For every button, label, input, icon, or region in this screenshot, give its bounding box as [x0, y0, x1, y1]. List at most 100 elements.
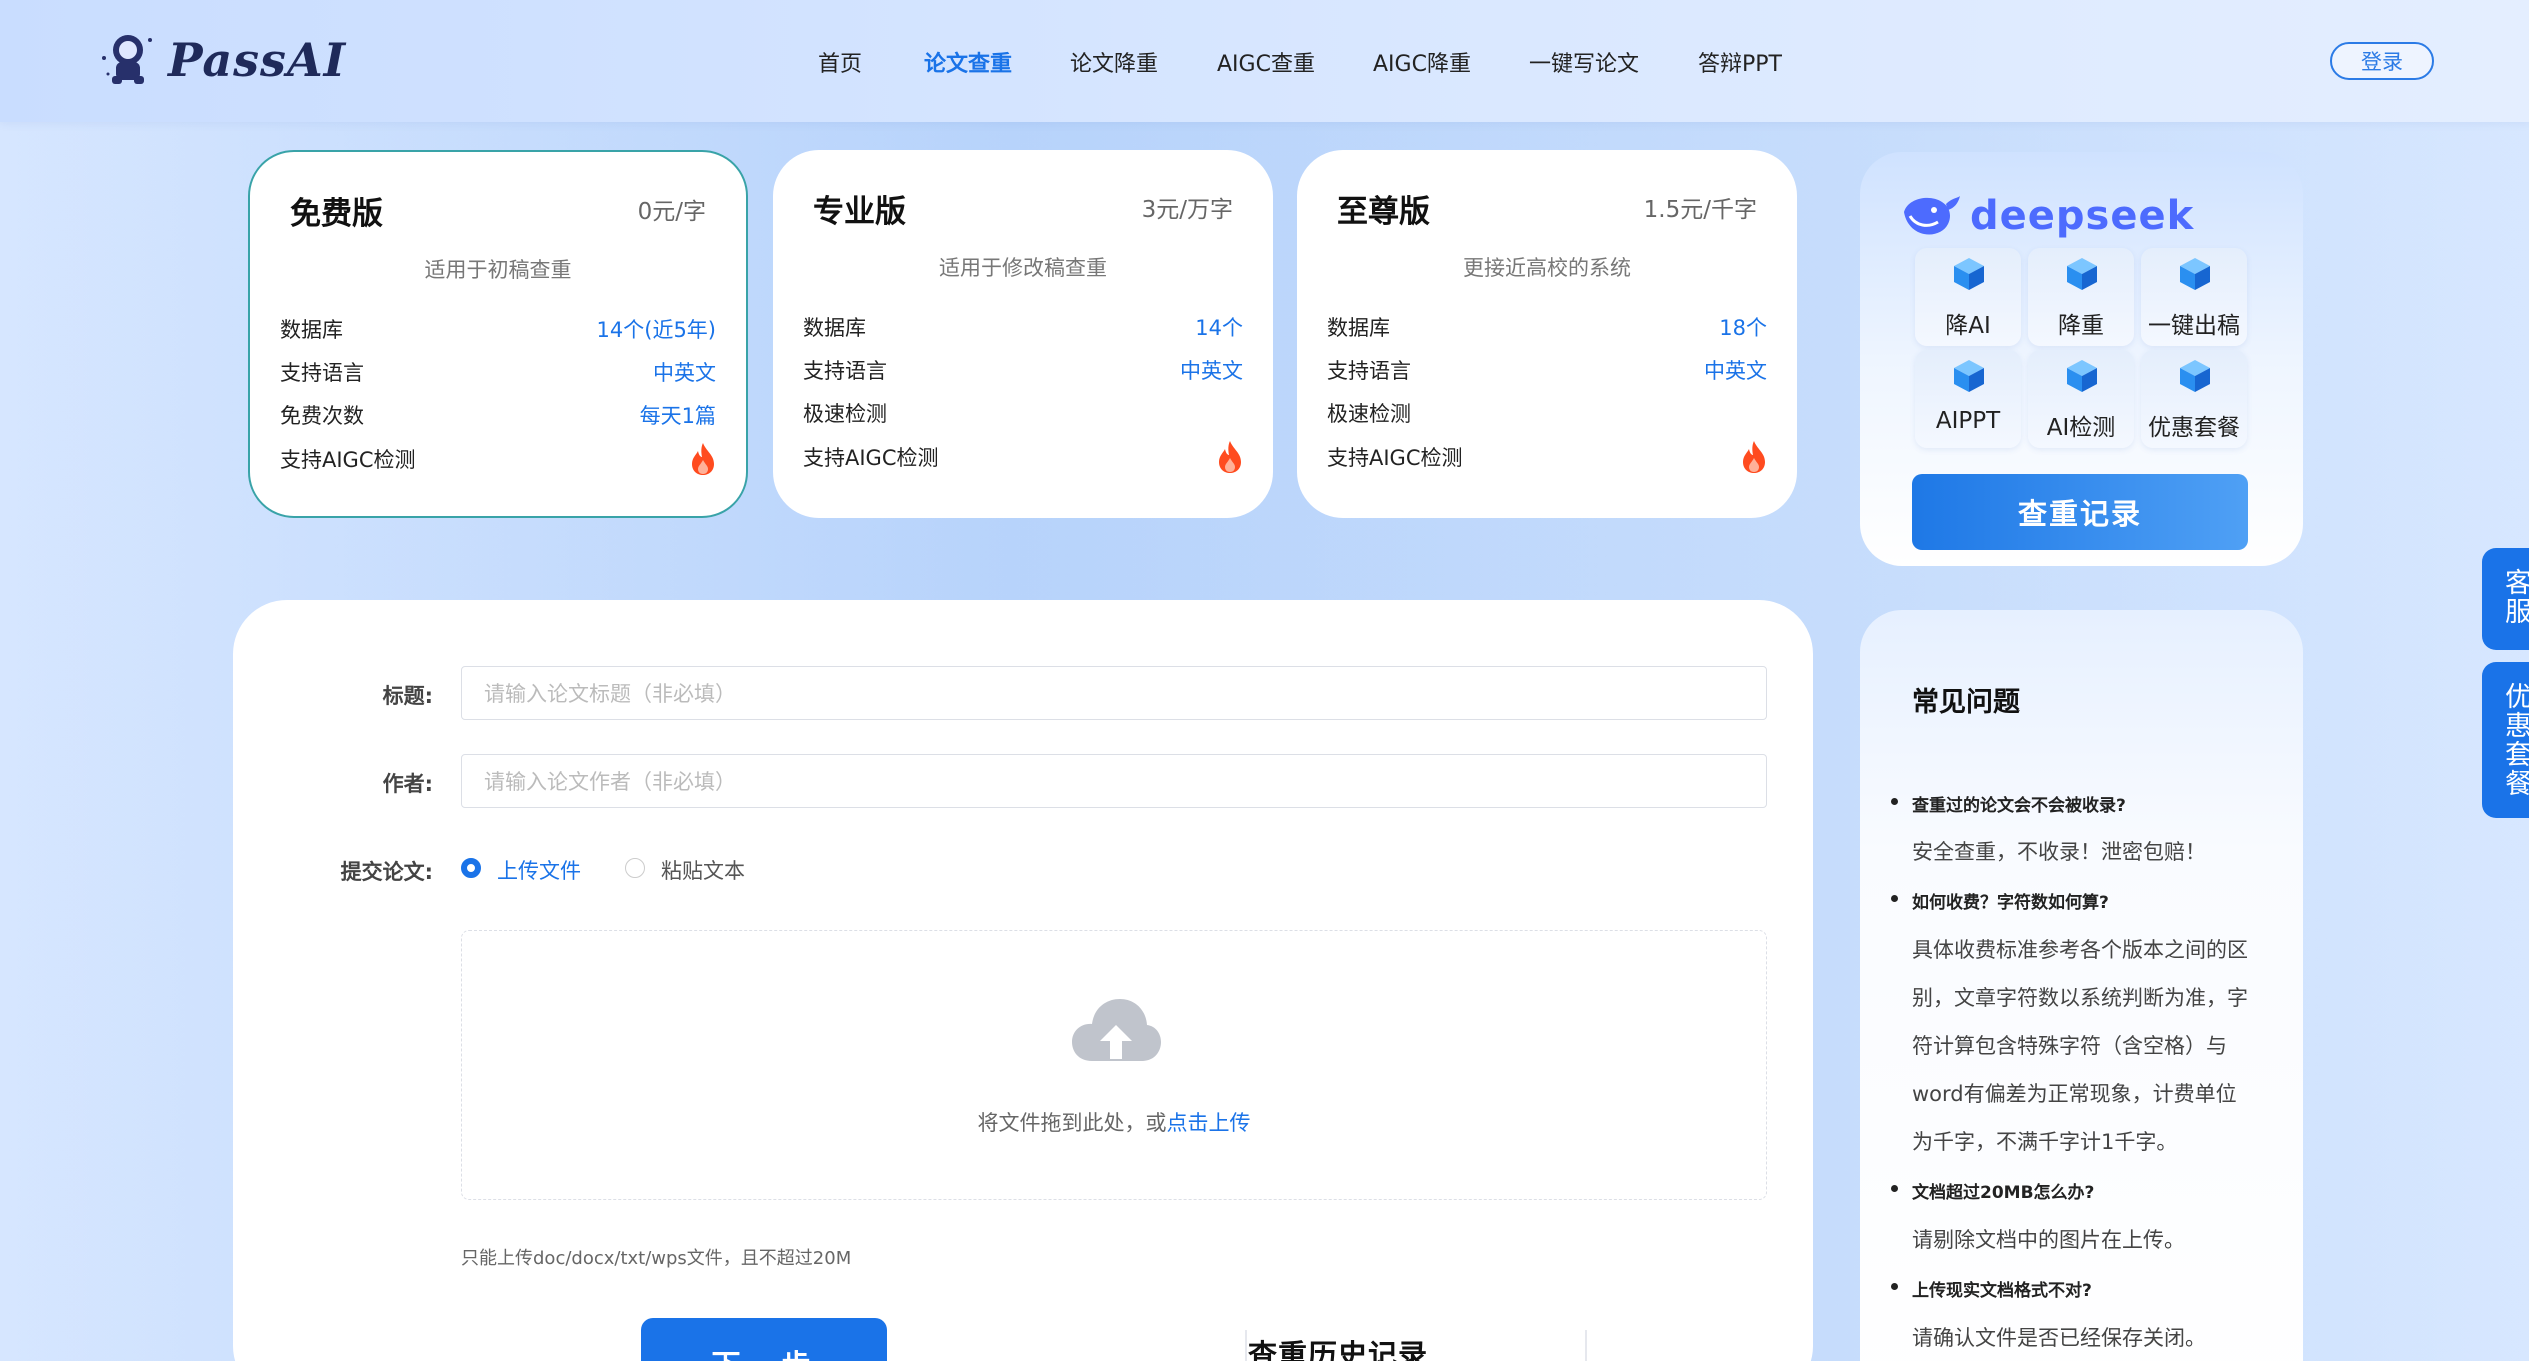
drop-instruction: 将文件拖到此处，或	[977, 1111, 1167, 1135]
plan-price: 3元/万字	[1141, 197, 1233, 223]
click-upload-link[interactable]: 点击上传	[1167, 1111, 1251, 1135]
plan-card-free[interactable]: 免费版 0元/字 适用于初稿查重 数据库 14个(近5年) 支持语言 中英文 免费次…	[248, 150, 748, 518]
nav-home[interactable]: 首页	[818, 46, 862, 78]
faq-answer: word有偏差为正常现象，计费单位	[1912, 1082, 2237, 1106]
plan-row: 数据库 14个(近5年)	[280, 314, 716, 344]
login-button[interactable]: 登录	[2330, 42, 2434, 80]
plan-row: 支持AIGC检测	[803, 440, 1243, 474]
nav-paper-check[interactable]: 论文查重	[924, 46, 1012, 78]
logo[interactable]: PassAI	[98, 28, 346, 92]
row-key: 极速检测	[803, 402, 887, 426]
tool-one-click-draft[interactable]: 一键出稿	[2141, 248, 2247, 346]
row-value: 中英文	[653, 361, 716, 385]
row-key: 支持AIGC检测	[1327, 446, 1463, 470]
flame-icon	[692, 443, 714, 475]
plan-row: 数据库 14个	[803, 312, 1243, 342]
faq-question: 查重过的论文会不会被收录?	[1891, 791, 2126, 816]
cube-icon	[1954, 360, 1984, 392]
plan-row: 支持AIGC检测	[280, 442, 716, 476]
tool-ai-detect[interactable]: AI检测	[2028, 350, 2134, 448]
cube-icon	[2067, 258, 2097, 290]
cube-icon	[2180, 360, 2210, 392]
plan-row: 支持AIGC检测	[1327, 440, 1767, 474]
plan-desc: 更接近高校的系统	[1463, 256, 1631, 280]
nav-aigc-rewrite[interactable]: AIGC降重	[1373, 46, 1471, 78]
logo-text: PassAI	[168, 33, 347, 87]
row-value: 中英文	[1180, 359, 1243, 383]
file-type-hint: 只能上传doc/docx/txt/wps文件，且不超过20M	[461, 1248, 852, 1269]
plan-name: 免费版	[290, 196, 383, 232]
top-header: PassAI 首页 论文查重 论文降重 AIGC查重 AIGC降重 一键写论文 …	[0, 0, 2529, 122]
file-drop-zone[interactable]: 将文件拖到此处，或点击上传	[461, 930, 1767, 1200]
deepseek-logo-text: deepseek	[1970, 193, 2195, 239]
row-key: 极速检测	[1327, 402, 1411, 426]
tool-reduce-dup[interactable]: 降重	[2028, 248, 2134, 346]
upload-radio[interactable]	[461, 858, 481, 878]
side-tab-customer-service[interactable]: 客服	[2482, 548, 2529, 650]
deepseek-logo: deepseek	[1900, 192, 2194, 240]
author-label: 作者:	[382, 772, 433, 796]
tool-discount-package[interactable]: 优惠套餐	[2141, 350, 2247, 448]
faq-answer: 请剔除文档中的图片在上传。	[1912, 1228, 2185, 1252]
nav-aigc-check[interactable]: AIGC查重	[1217, 46, 1315, 78]
side-tab-discount[interactable]: 优惠套餐	[2482, 662, 2529, 818]
tool-label: 一键出稿	[2148, 313, 2240, 339]
astronaut-logo-icon	[102, 35, 152, 84]
cube-icon	[1954, 258, 1984, 290]
plan-price: 1.5元/千字	[1643, 197, 1757, 223]
row-key: 支持语言	[280, 361, 364, 385]
tool-label: AI检测	[2046, 415, 2116, 441]
faq-answer: 安全查重，不收录！泄密包赔！	[1912, 840, 2206, 864]
title-label: 标题:	[382, 684, 433, 708]
plan-card-ultimate[interactable]: 至尊版 1.5元/千字 更接近高校的系统 数据库 18个 支持语言 中英文 极速检测…	[1297, 150, 1797, 518]
plan-row: 极速检测	[803, 398, 1243, 428]
row-value: 每天1篇	[639, 404, 716, 428]
plan-row: 极速检测	[1327, 398, 1767, 428]
faq-heading: 常见问题	[1912, 687, 2020, 718]
submit-type-label: 提交论文:	[340, 860, 433, 884]
flame-icon	[1219, 441, 1241, 473]
row-key: 支持AIGC检测	[280, 448, 416, 472]
tool-label: 降重	[2058, 313, 2104, 339]
nav-defense-ppt[interactable]: 答辩PPT	[1698, 46, 1782, 78]
whale-icon	[1904, 196, 1960, 235]
plan-name: 至尊版	[1337, 194, 1430, 230]
tool-aippt[interactable]: AIPPT	[1915, 350, 2021, 448]
faq-answer: 别，文章字符数以系统判断为准，字	[1912, 986, 2248, 1010]
divider	[1585, 1330, 1587, 1361]
submit-form-panel: 标题: 请输入论文标题（非必填） 作者: 请输入论文作者（非必填） 提交论文: …	[233, 600, 1813, 1361]
tool-reduce-ai[interactable]: 降AI	[1915, 248, 2021, 346]
plan-desc: 适用于修改稿查重	[939, 256, 1107, 280]
title-input[interactable]: 请输入论文标题（非必填）	[461, 666, 1767, 720]
plan-desc: 适用于初稿查重	[424, 258, 572, 282]
row-key: 免费次数	[280, 404, 364, 428]
plan-row: 数据库 18个	[1327, 312, 1767, 342]
faq-answer: 具体收费标准参考各个版本之间的区	[1912, 938, 2248, 962]
faq-answer: 符计算包含特殊字符（含空格）与	[1912, 1034, 2227, 1058]
faq-panel: 常见问题 查重过的论文会不会被收录? 安全查重，不收录！泄密包赔！ 如何收费？字…	[1860, 610, 2303, 1361]
check-records-button[interactable]: 查重记录	[1912, 474, 2248, 550]
drop-text: 将文件拖到此处，或点击上传	[462, 1107, 1766, 1137]
upload-radio-label[interactable]: 上传文件	[497, 855, 581, 885]
plan-row: 支持语言 中英文	[280, 357, 716, 387]
row-key: 数据库	[280, 318, 343, 342]
nav-paper-rewrite[interactable]: 论文降重	[1070, 46, 1158, 78]
nav-write-paper[interactable]: 一键写论文	[1529, 46, 1639, 78]
row-key: 支持语言	[1327, 359, 1411, 383]
row-key: 支持语言	[803, 359, 887, 383]
row-value: 中英文	[1704, 359, 1767, 383]
faq-answer: 为千字，不满千字计1千字。	[1912, 1130, 2178, 1154]
plan-card-pro[interactable]: 专业版 3元/万字 适用于修改稿查重 数据库 14个 支持语言 中英文 极速检测 支…	[773, 150, 1273, 518]
plan-row: 支持语言 中英文	[803, 355, 1243, 385]
paste-radio[interactable]	[625, 858, 645, 878]
deepseek-panel: deepseek 降AI 降重 一键出稿 AIPPT AI检测 优惠套餐 查重记…	[1860, 152, 2303, 566]
upload-cloud-icon	[1072, 999, 1161, 1061]
paste-radio-label[interactable]: 粘贴文本	[661, 855, 745, 885]
row-key: 支持AIGC检测	[803, 446, 939, 470]
next-step-button[interactable]: 下一步	[641, 1318, 887, 1361]
plan-name: 专业版	[813, 194, 906, 230]
tool-label: 降AI	[1945, 313, 1991, 339]
check-history-tab[interactable]: 查重历史记录	[1248, 1332, 1428, 1361]
author-input[interactable]: 请输入论文作者（非必填）	[461, 754, 1767, 808]
row-value: 18个	[1719, 316, 1767, 340]
